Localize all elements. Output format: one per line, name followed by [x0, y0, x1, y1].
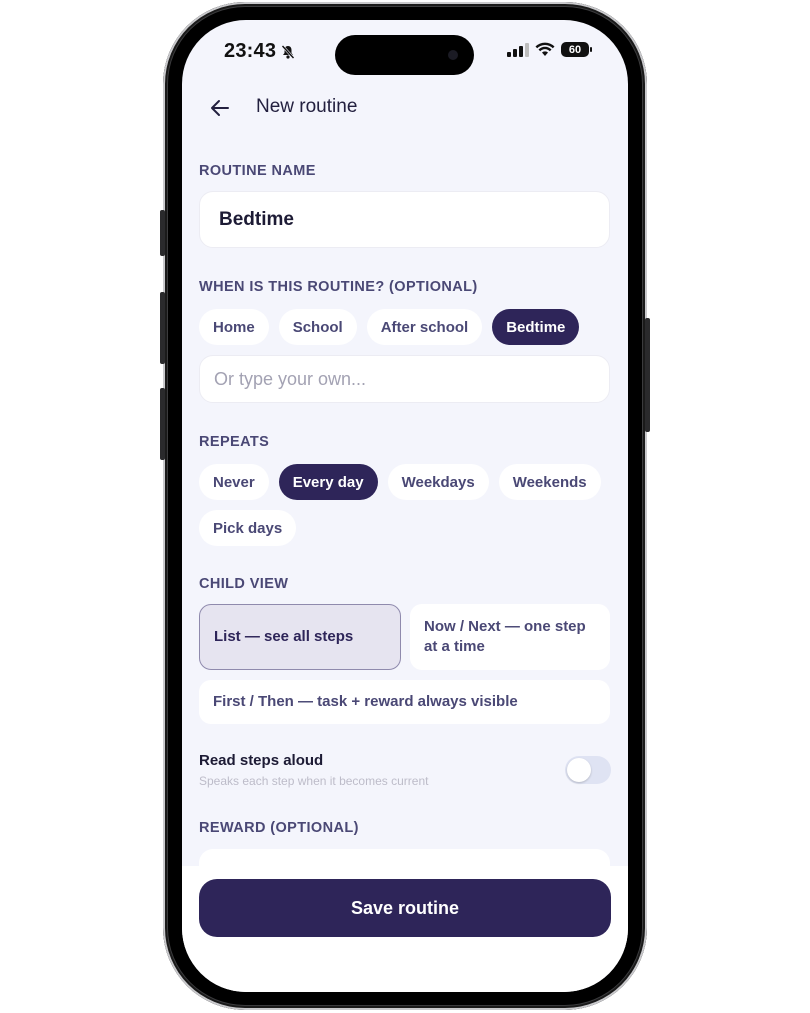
volume-down-button — [160, 388, 165, 460]
when-chip-bedtime[interactable]: Bedtime — [492, 309, 580, 345]
battery-icon: 60 — [561, 42, 589, 57]
repeats-label: REPEATS — [199, 434, 270, 450]
battery-level: 60 — [568, 43, 582, 56]
page-title: New routine — [256, 96, 358, 117]
back-button[interactable] — [208, 96, 232, 120]
child-view-option-now-next[interactable]: Now / Next — one step at a time — [410, 604, 610, 670]
when-chips: Home School After school Bedtime — [199, 309, 580, 345]
child-view-option-first-then-text: First / Then — task + reward always visi… — [213, 693, 518, 710]
child-view-option-list-text: List — see all steps — [214, 628, 354, 645]
status-time: 23:43 — [224, 40, 296, 63]
camera-lens — [448, 50, 458, 60]
when-chip-after-school[interactable]: After school — [366, 309, 483, 345]
reward-label: REWARD (OPTIONAL) — [199, 820, 359, 836]
battery-tip — [590, 47, 592, 52]
app-screen: 23:43 60 New routine ROUTINE NAME Bedtim… — [182, 20, 628, 992]
read-aloud-toggle[interactable] — [565, 756, 611, 784]
power-button — [645, 318, 650, 432]
action-button — [160, 210, 165, 256]
custom-when-placeholder: Or type your own... — [214, 369, 367, 389]
bell-slash-icon — [281, 44, 295, 59]
wifi-icon — [535, 42, 555, 56]
repeats-chip-never[interactable]: Never — [199, 464, 269, 500]
volume-up-button — [160, 292, 165, 364]
time-text: 23:43 — [224, 40, 277, 62]
child-view-option-now-next-text: Now / Next — one step at a time — [424, 618, 586, 655]
custom-when-input[interactable]: Or type your own... — [199, 355, 610, 403]
child-view-option-list[interactable]: List — see all steps — [199, 604, 401, 670]
repeats-chips-row-1: Never Every day Weekdays Weekends — [199, 464, 601, 500]
repeats-chip-pick-days[interactable]: Pick days — [199, 510, 297, 546]
when-label: WHEN IS THIS ROUTINE? (OPTIONAL) — [199, 279, 478, 295]
read-aloud-title: Read steps aloud — [199, 752, 324, 769]
signal-icon — [507, 42, 529, 57]
status-bar: 23:43 60 — [182, 20, 628, 90]
routine-name-value: Bedtime — [219, 209, 294, 230]
when-chip-home[interactable]: Home — [199, 309, 269, 345]
app-header: New routine — [182, 90, 628, 126]
child-view-label: CHILD VIEW — [199, 576, 289, 592]
arrow-left-icon — [211, 100, 229, 116]
child-view-option-first-then[interactable]: First / Then — task + reward always visi… — [199, 680, 610, 724]
repeats-chip-weekdays[interactable]: Weekdays — [387, 464, 489, 500]
routine-name-label: ROUTINE NAME — [199, 163, 316, 179]
dynamic-island — [335, 35, 474, 75]
repeats-chip-weekends[interactable]: Weekends — [498, 464, 601, 500]
repeats-chip-every-day[interactable]: Every day — [278, 464, 378, 500]
save-routine-button[interactable]: Save routine — [199, 879, 611, 937]
repeats-chips-row-2: Pick days — [199, 510, 297, 546]
when-chip-school[interactable]: School — [278, 309, 357, 345]
routine-name-input[interactable]: Bedtime — [199, 191, 610, 248]
status-icons: 60 — [507, 42, 592, 57]
read-aloud-subtitle: Speaks each step when it becomes current — [199, 774, 429, 788]
toggle-knob — [567, 758, 591, 782]
